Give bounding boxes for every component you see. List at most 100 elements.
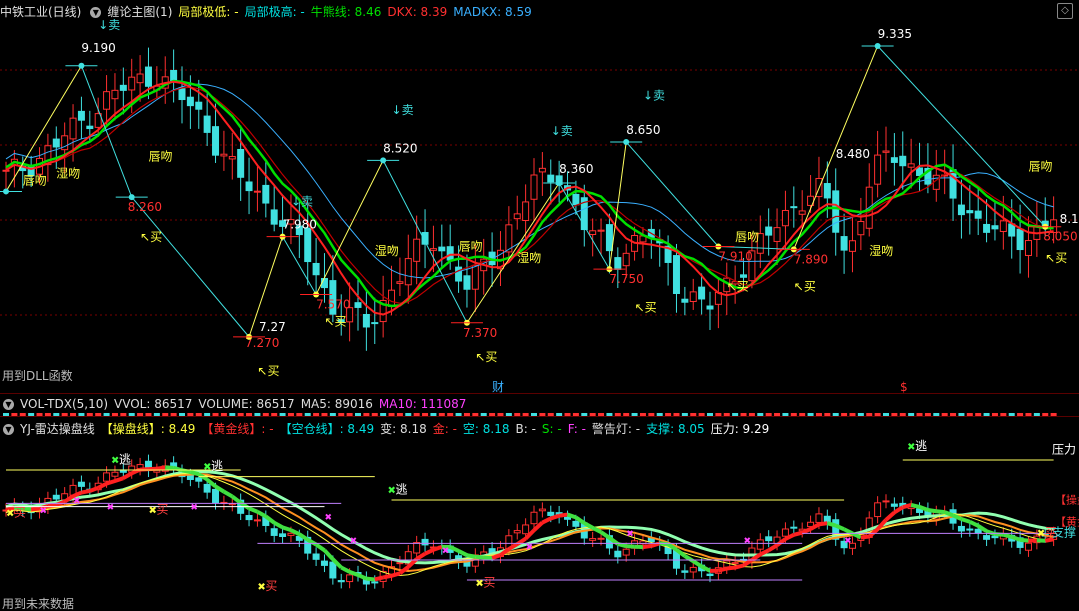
candle-body	[136, 73, 144, 84]
radar-candles	[2, 454, 1058, 591]
radar-trend-segment	[231, 494, 242, 505]
radar-candle-body	[195, 477, 203, 482]
radar-trend-segment	[541, 516, 552, 525]
radar-candle-body	[572, 520, 580, 527]
radar-value-6: B: -	[515, 422, 536, 436]
radar-candle-body	[589, 538, 597, 541]
buy-x-icon: ✖	[475, 579, 483, 590]
radar-trend-segment	[432, 544, 443, 552]
radar-trend-segment	[726, 565, 736, 571]
radar-candle-body	[279, 533, 287, 538]
radar-trend-segment	[902, 503, 912, 510]
candle-body	[413, 238, 421, 262]
radar-trend-segment	[314, 542, 326, 552]
escape-x-icon: ✖	[388, 485, 396, 496]
candle-body	[388, 289, 396, 307]
price-label: 8.650	[626, 123, 660, 137]
radar-trend-segment	[566, 512, 577, 520]
escape-x-icon: ✖	[907, 442, 915, 453]
radar-menu-icon[interactable]: ▼	[3, 424, 14, 435]
radar-trend-segment	[617, 541, 627, 549]
price-label: 9.335	[878, 27, 912, 41]
price-label: 7.750	[609, 272, 643, 286]
radar-trend-segment	[189, 470, 200, 477]
candle-body	[882, 150, 890, 153]
radar-trend-segment	[382, 573, 392, 580]
candle-body	[128, 76, 136, 91]
candle-body	[103, 91, 111, 110]
candle-body	[605, 224, 613, 252]
candle-body	[890, 157, 898, 163]
radar-trend-segment	[1002, 532, 1013, 539]
radar-trend-segment	[248, 506, 259, 514]
radar-candle-body	[681, 570, 689, 573]
candle-body	[957, 204, 965, 216]
radar-value-3: 变: 8.18	[380, 422, 427, 436]
candle-body	[823, 183, 831, 199]
candle-body	[781, 209, 789, 227]
warning-x-icon: ✖	[107, 503, 115, 513]
candle-body	[228, 156, 236, 160]
radar-trend-segment	[181, 468, 191, 475]
candle-body	[119, 84, 127, 91]
radar-candle-body	[538, 508, 546, 512]
radar-candle-body	[253, 519, 261, 522]
volume-indicator-name[interactable]: VOL-TDX(5,10)	[20, 397, 108, 411]
radar-trend-segment	[47, 502, 57, 509]
volume-menu-icon[interactable]: ▼	[3, 399, 14, 410]
wet-kiss-label: 湿吻	[56, 165, 80, 180]
pressure-label: 压力	[1052, 442, 1076, 456]
op-line-tag: 【操盘	[1055, 492, 1079, 506]
radar-value-4: 金: -	[432, 422, 457, 436]
radar-candle-body	[983, 535, 991, 540]
candle-body	[840, 236, 848, 251]
escape-signal: 逃	[396, 482, 408, 496]
radar-candle-body	[890, 503, 898, 507]
radar-trend-segment	[273, 520, 284, 530]
candle-body	[681, 298, 689, 303]
candle-body	[832, 190, 840, 233]
dkx-line	[5, 80, 1054, 316]
radar-trend-segment	[550, 513, 560, 521]
panel-divider	[0, 416, 1079, 417]
radar-candle-body	[547, 511, 555, 516]
radar-trend-segment	[281, 525, 292, 533]
candle-body	[178, 87, 186, 101]
radar-trend-segment	[634, 544, 644, 550]
chart-canvas[interactable]: 9.1908.2607.277.2707.9807.5708.5207.3708…	[0, 0, 1079, 611]
radar-trend-segment	[340, 565, 351, 574]
lip-kiss-label: 唇吻	[23, 173, 47, 187]
stock-chart-window: 中铁工业(日线) ▼ 缠论主图(1) 局部极低: - 局部极高: - 牛熊线: 8.46 D…	[0, 0, 1079, 611]
radar-trend-segment	[936, 509, 945, 515]
radar-candle-body	[396, 562, 404, 565]
radar-trend-segment	[692, 559, 703, 569]
candle-body	[848, 240, 856, 252]
lip-kiss-label: 唇吻	[735, 230, 759, 244]
radar-trend-segment	[960, 517, 971, 524]
candle-body	[304, 227, 312, 263]
candle-body	[111, 89, 119, 100]
radar-trend-segment	[374, 575, 384, 582]
candle-body	[203, 115, 211, 133]
candle-body	[86, 125, 94, 130]
wet-kiss-label: 湿吻	[517, 250, 541, 265]
buy-signal: ↖买	[475, 350, 497, 364]
price-label: 7.370	[463, 326, 497, 340]
radar-trend-segment	[893, 505, 904, 515]
candle-body	[429, 248, 437, 251]
price-label: 7.890	[794, 252, 828, 266]
radar-indicator-name[interactable]: YJ-雷达操盘线	[20, 422, 95, 436]
candle-body	[522, 201, 530, 221]
radar-candle-body	[957, 525, 965, 532]
warning-x-icon: ✖	[73, 496, 81, 506]
candle-body	[253, 190, 261, 193]
sell-signal: ↓卖	[551, 124, 573, 138]
candle-body	[689, 291, 697, 302]
candle-body	[69, 117, 77, 140]
warning-x-icon: ✖	[190, 503, 198, 513]
candle-body	[706, 305, 714, 310]
radar-candle-body	[974, 528, 982, 534]
radar-trend-segment	[558, 512, 568, 518]
buy-signal: ↖买	[140, 230, 162, 244]
price-label: 8.520	[383, 141, 417, 155]
